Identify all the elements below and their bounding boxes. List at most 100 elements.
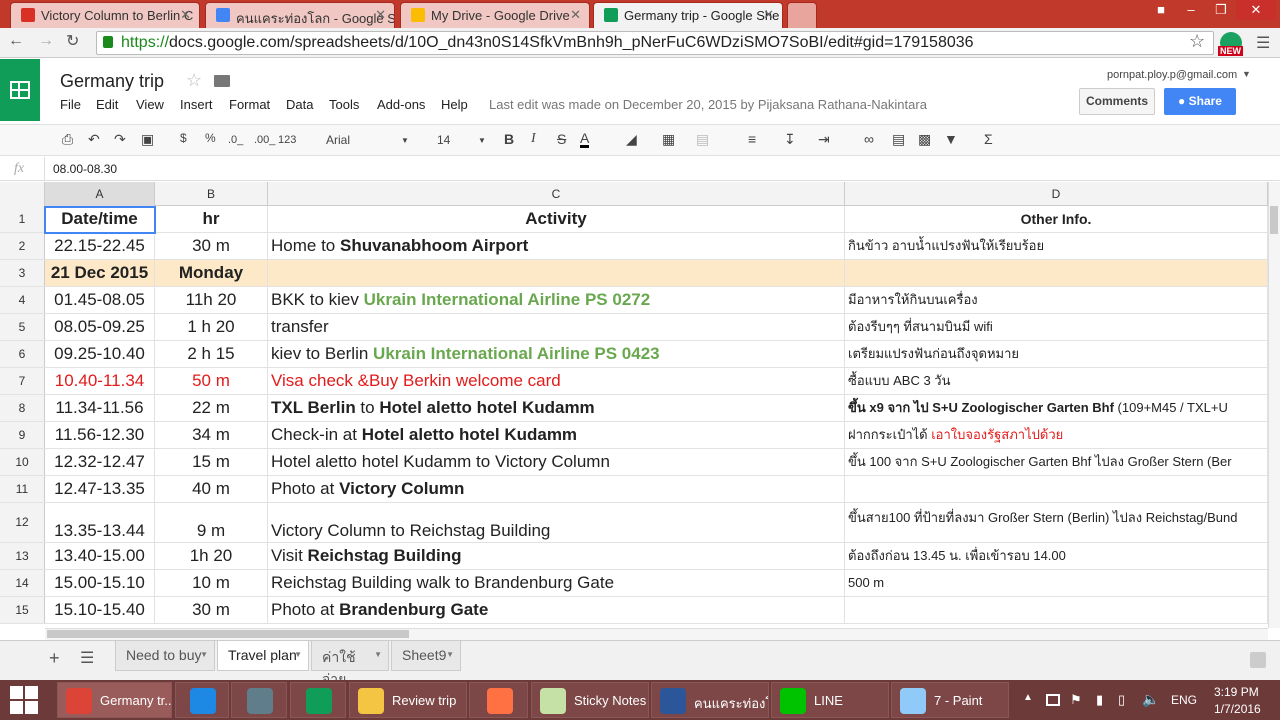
cell-datetime[interactable]: 11.56-12.30 — [45, 422, 155, 448]
address-bar[interactable]: https://docs.google.com/spreadsheets/d/1… — [96, 31, 1214, 55]
taskbar-app[interactable] — [231, 682, 287, 718]
text-wrap-icon[interactable]: ⇥ — [818, 131, 830, 148]
cell-activity[interactable]: BKK to kiev Ukrain International Airline… — [268, 287, 845, 313]
clock-date[interactable]: 1/7/2016 — [1214, 702, 1261, 716]
cell-datetime[interactable]: Date/time — [45, 206, 155, 232]
cell-hours[interactable]: 2 h 15 — [155, 341, 268, 367]
folder-icon[interactable] — [214, 75, 230, 87]
close-tab-icon[interactable]: ✕ — [180, 7, 191, 23]
row-number[interactable]: 5 — [0, 314, 45, 340]
menu-insert[interactable]: Insert — [180, 97, 213, 112]
new-tab-button[interactable] — [787, 2, 817, 28]
cell-datetime[interactable]: 12.32-12.47 — [45, 449, 155, 475]
column-header-d[interactable]: D — [845, 182, 1268, 206]
close-tab-icon[interactable]: ✕ — [375, 7, 386, 23]
vertical-scrollbar[interactable] — [1268, 182, 1280, 628]
percent-format-button[interactable]: % — [205, 131, 216, 145]
cell-other-info[interactable] — [845, 597, 1268, 623]
comments-button[interactable]: Comments — [1079, 88, 1155, 115]
explore-icon[interactable] — [1250, 652, 1266, 668]
cell-hours[interactable]: 30 m — [155, 233, 268, 259]
taskbar-app[interactable]: 7 - Paint — [891, 682, 1009, 718]
minimize-button[interactable]: – — [1176, 0, 1206, 20]
cell-activity[interactable]: Check-in at Hotel aletto hotel Kudamm — [268, 422, 845, 448]
font-dropdown-icon[interactable]: ▼ — [401, 136, 409, 145]
browser-tab[interactable]: Victory Column to Berlin C ✕ — [10, 2, 200, 28]
insert-link-icon[interactable]: ∞ — [864, 131, 874, 147]
print-icon[interactable]: ⎙ — [62, 131, 73, 148]
row-number[interactable]: 11 — [0, 476, 45, 502]
cell-activity[interactable]: Hotel aletto hotel Kudamm to Victory Col… — [268, 449, 845, 475]
cell-hours[interactable]: 34 m — [155, 422, 268, 448]
taskbar-app[interactable]: คนแคระท่องโ... — [651, 682, 769, 718]
undo-icon[interactable]: ↶ — [88, 131, 100, 148]
maximize-button[interactable]: ❐ — [1206, 0, 1236, 20]
cell-hours[interactable]: Monday — [155, 260, 268, 286]
windows-start-icon[interactable] — [10, 686, 40, 714]
close-tab-icon[interactable]: ✕ — [570, 7, 581, 23]
clock-time[interactable]: 3:19 PM — [1214, 685, 1259, 699]
row-number[interactable]: 1 — [0, 206, 45, 232]
sheets-home-icon[interactable] — [0, 59, 40, 121]
sheet-tab[interactable]: Travel plan ▼ — [217, 641, 309, 671]
align-icon[interactable]: ≡ — [748, 131, 756, 147]
last-edit-link[interactable]: Last edit was made on December 20, 2015 … — [489, 97, 927, 112]
cell-datetime[interactable]: 08.05-09.25 — [45, 314, 155, 340]
cell-other-info[interactable]: ต้องถึงก่อน 13.45 น. เพื่อเข้ารอบ 14.00 — [845, 543, 1268, 569]
cell-datetime[interactable]: 13.35-13.44 — [45, 503, 155, 542]
insert-chart-icon[interactable]: ▩ — [918, 131, 931, 148]
taskbar-app[interactable]: LINE — [771, 682, 889, 718]
sheet-tab[interactable]: Sheet9 ▼ — [391, 641, 461, 671]
row-number[interactable]: 12 — [0, 503, 45, 542]
reload-icon[interactable]: ↻ — [66, 31, 79, 51]
font-size-select[interactable]: 14 — [437, 133, 450, 147]
cell-activity[interactable]: Activity — [268, 206, 845, 232]
strikethrough-button[interactable]: S — [557, 131, 566, 147]
taskbar-app[interactable]: Review trip — [349, 682, 467, 718]
cell-datetime[interactable]: 22.15-22.45 — [45, 233, 155, 259]
cell-datetime[interactable]: 12.47-13.35 — [45, 476, 155, 502]
cell-activity[interactable]: Visa check &Buy Berkin welcome card — [268, 368, 845, 394]
menu-tools[interactable]: Tools — [329, 97, 359, 112]
cell-activity[interactable]: TXL Berlin to Hotel aletto hotel Kudamm — [268, 395, 845, 421]
cell-activity[interactable]: Home to Shuvanabhoom Airport — [268, 233, 845, 259]
cell-other-info[interactable]: ขึ้น 100 จาก S+U Zoologischer Garten Bhf… — [845, 449, 1268, 475]
insert-comment-icon[interactable]: ▤ — [892, 131, 905, 148]
row-number[interactable]: 3 — [0, 260, 45, 286]
star-icon[interactable]: ☆ — [186, 70, 202, 91]
tray-device-icon[interactable] — [1046, 694, 1060, 706]
signal-icon[interactable]: ▯ — [1118, 692, 1125, 708]
browser-tab[interactable]: My Drive - Google Drive ✕ — [400, 2, 590, 28]
cell-datetime[interactable]: 15.00-15.10 — [45, 570, 155, 596]
column-header-b[interactable]: B — [155, 182, 268, 206]
cell-datetime[interactable]: 21 Dec 2015 — [45, 260, 155, 286]
formula-input[interactable]: 08.00-08.30 — [53, 162, 117, 176]
row-number[interactable]: 10 — [0, 449, 45, 475]
taskbar-app[interactable]: Sticky Notes — [531, 682, 649, 718]
cell-datetime[interactable]: 15.10-15.40 — [45, 597, 155, 623]
menu-help[interactable]: Help — [441, 97, 468, 112]
cell-other-info[interactable]: ขึ้น x9 จาก ไป S+U Zoologischer Garten B… — [845, 395, 1268, 421]
cell-other-info[interactable]: กินข้าว อาบน้ำแปรงฟันให้เรียบร้อย — [845, 233, 1268, 259]
add-sheet-icon[interactable]: + — [49, 648, 60, 669]
sheet-menu-icon[interactable]: ▼ — [374, 650, 382, 659]
cell-activity[interactable]: Victory Column to Reichstag Building — [268, 503, 845, 542]
row-number[interactable]: 6 — [0, 341, 45, 367]
cell-activity[interactable]: Reichstag Building walk to Brandenburg G… — [268, 570, 845, 596]
cell-other-info[interactable]: ต้องรีบๆๆ ที่สนามบินมี wifi — [845, 314, 1268, 340]
select-all-corner[interactable] — [0, 182, 45, 206]
more-formats-button[interactable]: 123 — [278, 134, 296, 146]
menu-view[interactable]: View — [136, 97, 164, 112]
font-size-dropdown-icon[interactable]: ▼ — [478, 136, 486, 145]
cell-other-info[interactable]: เตรียมแปรงฟันก่อนถึงจุดหมาย — [845, 341, 1268, 367]
filter-icon[interactable]: ▼ — [944, 131, 958, 147]
close-tab-icon[interactable]: ✕ — [763, 7, 774, 23]
account-dropdown-icon[interactable]: ▼ — [1242, 69, 1251, 79]
cell-hours[interactable]: 9 m — [155, 503, 268, 542]
menu-file[interactable]: File — [60, 97, 81, 112]
row-number[interactable]: 9 — [0, 422, 45, 448]
volume-icon[interactable]: 🔈 — [1142, 691, 1159, 708]
column-header-a[interactable]: A — [45, 182, 155, 206]
doc-title[interactable]: Germany trip — [60, 71, 164, 92]
row-number[interactable]: 7 — [0, 368, 45, 394]
